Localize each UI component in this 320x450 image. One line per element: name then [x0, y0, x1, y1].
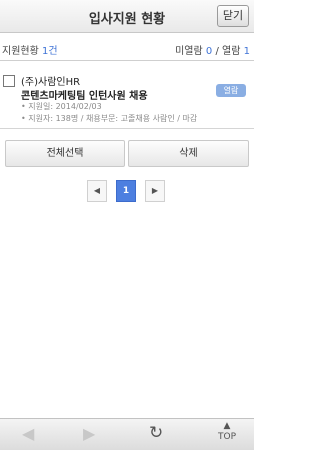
up-arrow-icon: ▲ — [223, 421, 231, 431]
read-label: 열람 — [222, 46, 241, 57]
company-name[interactable]: (주)사람인HR — [21, 73, 80, 88]
total-label: 지원현황 — [2, 46, 39, 57]
back-icon[interactable]: ◀ — [22, 424, 34, 443]
total-count: 1건 — [42, 46, 58, 57]
refresh-icon[interactable]: ↻ — [149, 423, 163, 443]
scroll-top-button[interactable]: ▲ TOP — [213, 421, 241, 443]
delete-button[interactable]: 삭제 — [128, 140, 249, 167]
posting-details: • 지원자: 138명 / 채용부문: 고졸채용 사람인 / 마감 — [21, 114, 198, 123]
close-button[interactable]: 닫기 — [217, 5, 249, 27]
next-arrow-icon: ▶ — [151, 186, 159, 195]
read-status-summary: 미열람 0 / 열람 1 — [175, 42, 250, 57]
read-count: 1 — [243, 46, 250, 57]
page-title: 입사지원 현황 — [88, 12, 166, 27]
page-1-button[interactable]: 1 — [116, 180, 136, 202]
job-title[interactable]: 콘텐츠마케팅팀 인턴사원 채용 — [21, 87, 148, 102]
forward-icon[interactable]: ▶ — [83, 424, 95, 443]
top-label: TOP — [217, 432, 236, 442]
prev-page-button[interactable]: ◀ — [87, 180, 107, 202]
bottom-toolbar: ◀ ▶ ↻ ▲ TOP — [0, 418, 254, 450]
total-summary: 지원현황 1건 — [2, 42, 58, 57]
separator: / — [215, 46, 219, 57]
list-item[interactable]: (주)사람인HR 콘텐츠마케팅팀 인턴사원 채용 • 지원일: 2014/02/… — [0, 62, 254, 129]
prev-arrow-icon: ◀ — [93, 186, 101, 195]
status-badge: 열람 — [216, 84, 246, 97]
application-summary: 지원현황 1건 미열람 0 / 열람 1 — [0, 34, 254, 61]
next-page-button[interactable]: ▶ — [145, 180, 165, 202]
item-checkbox[interactable] — [3, 75, 15, 87]
applied-date: • 지원일: 2014/02/03 — [21, 102, 102, 111]
unread-count: 0 — [205, 46, 213, 57]
unread-label: 미열람 — [175, 46, 203, 57]
select-all-button[interactable]: 전체선택 — [5, 140, 125, 167]
header-bar: 입사지원 현황 닫기 — [0, 0, 254, 33]
